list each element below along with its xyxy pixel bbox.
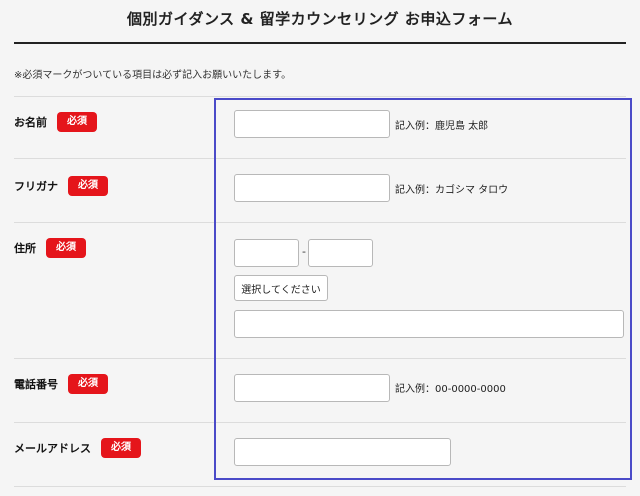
phone-input[interactable] xyxy=(234,374,390,402)
row-divider xyxy=(14,486,626,487)
kana-label: フリガナ xyxy=(14,180,58,193)
kana-label-group: フリガナ 必須 xyxy=(14,176,108,196)
required-badge: 必須 xyxy=(57,112,97,132)
postal-separator: - xyxy=(302,245,306,258)
postal-code-second-input[interactable] xyxy=(308,239,373,267)
title-divider xyxy=(14,42,626,44)
required-note: ※必須マークがついている項目は必ず記入お願いいたします。 xyxy=(14,70,292,81)
name-label: お名前 xyxy=(14,116,47,129)
email-label-group: メールアドレス 必須 xyxy=(14,438,141,458)
postal-code-first-input[interactable] xyxy=(234,239,299,267)
email-input[interactable] xyxy=(234,438,451,466)
prefecture-select[interactable]: 選択してください xyxy=(234,275,328,301)
phone-label: 電話番号 xyxy=(14,378,58,391)
row-divider xyxy=(14,96,626,97)
phone-example: 記入例：00-0000-0000 xyxy=(395,384,506,395)
email-label: メールアドレス xyxy=(14,442,91,455)
required-badge: 必須 xyxy=(68,176,108,196)
kana-example: 記入例：カゴシマ タロウ xyxy=(395,185,509,196)
required-badge: 必須 xyxy=(68,374,108,394)
street-address-input[interactable] xyxy=(234,310,624,338)
phone-label-group: 電話番号 必須 xyxy=(14,374,108,394)
name-label-group: お名前 必須 xyxy=(14,112,97,132)
name-input[interactable] xyxy=(234,110,390,138)
kana-input[interactable] xyxy=(234,174,390,202)
address-label: 住所 xyxy=(14,242,36,255)
name-example: 記入例：鹿児島 太郎 xyxy=(395,121,489,132)
page-title: 個別ガイダンス & 留学カウンセリング お申込フォーム xyxy=(127,10,513,28)
required-badge: 必須 xyxy=(101,438,141,458)
required-badge: 必須 xyxy=(46,238,86,258)
address-label-group: 住所 必須 xyxy=(14,238,86,258)
